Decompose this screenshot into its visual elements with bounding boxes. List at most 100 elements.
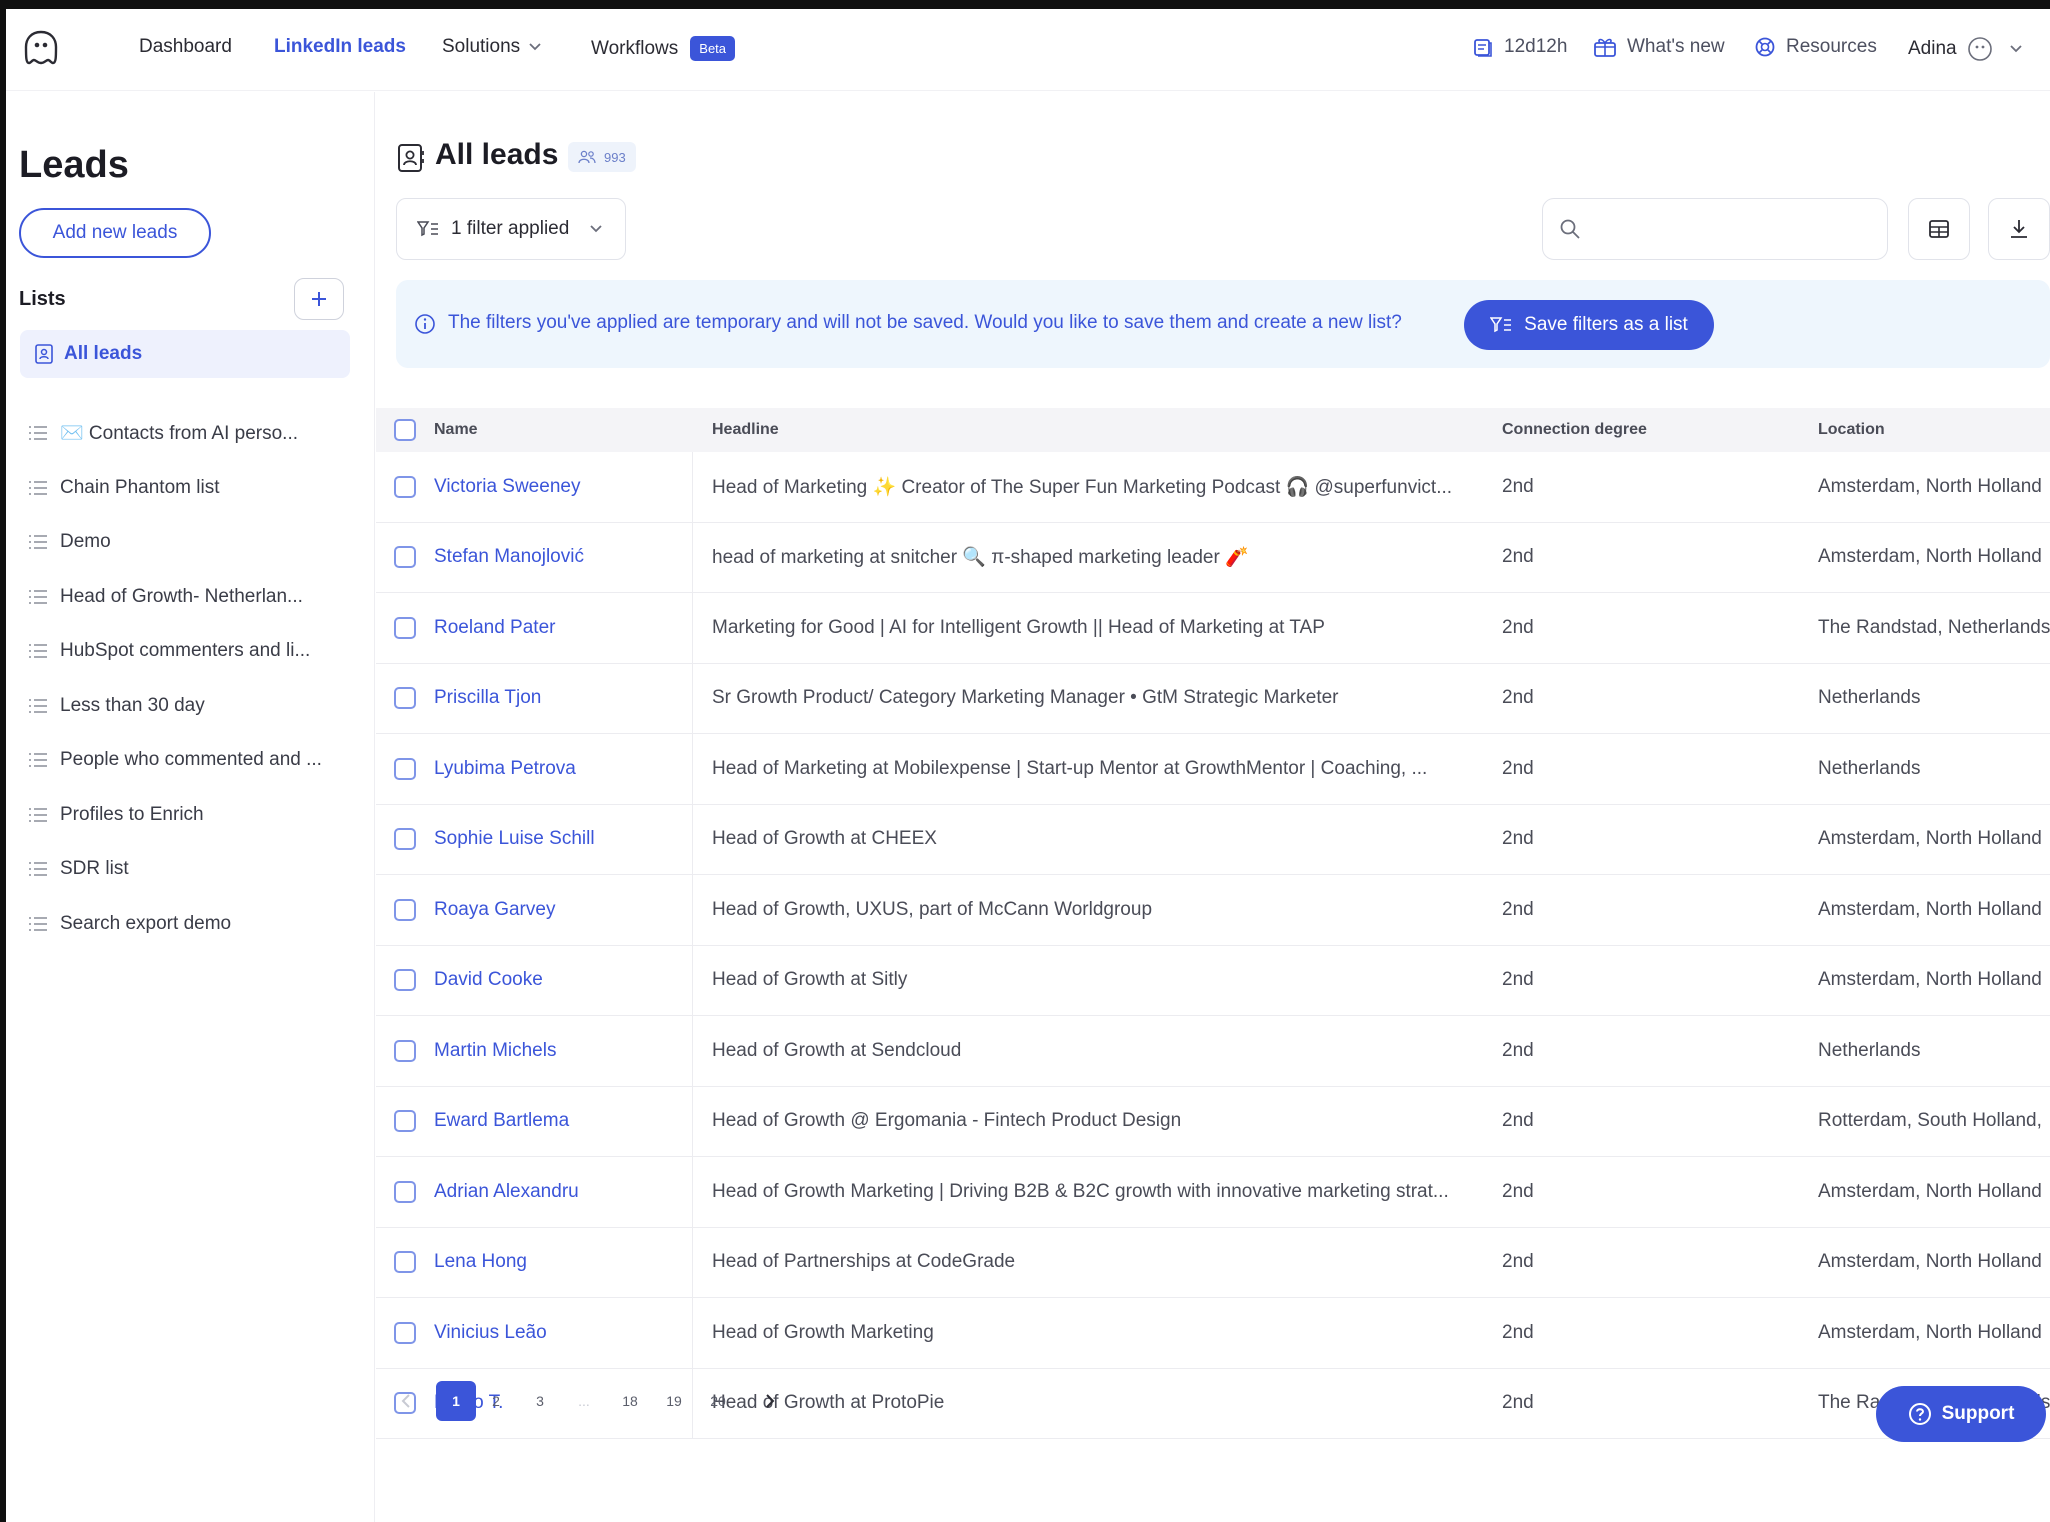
lead-name-link[interactable]: Roeland Pater bbox=[434, 617, 555, 639]
row-checkbox[interactable] bbox=[394, 757, 416, 780]
lead-location: Amsterdam, North Holland bbox=[1818, 1321, 2042, 1343]
nav-dashboard[interactable]: Dashboard bbox=[139, 36, 232, 58]
sidebar-list-item[interactable]: Chain Phantom list bbox=[28, 461, 358, 516]
sidebar-list-item[interactable]: Demo bbox=[28, 515, 358, 570]
row-checkbox[interactable] bbox=[394, 616, 416, 639]
lead-name-link[interactable]: Stefan Manojlović bbox=[434, 546, 584, 568]
lead-headline: head of marketing at snitcher 🔍 π-shaped… bbox=[712, 547, 1249, 569]
sidebar-list-item[interactable]: Head of Growth- Netherlan... bbox=[28, 570, 358, 625]
column-header-headline[interactable]: Headline bbox=[712, 421, 779, 439]
row-checkbox[interactable] bbox=[394, 475, 416, 498]
sidebar-list-item[interactable]: ✉️ Contacts from AI perso... bbox=[28, 406, 358, 461]
sidebar-lists: ✉️ Contacts from AI perso... Chain Phant… bbox=[28, 406, 358, 951]
download-icon bbox=[2011, 220, 2027, 238]
table-row[interactable]: Stefan Manojlović head of marketing at sn… bbox=[376, 522, 2050, 593]
table-row[interactable]: Vinicius Leão Head of Growth Marketing 2nd… bbox=[376, 1298, 2050, 1369]
filter-dropdown[interactable]: 1 filter applied bbox=[396, 198, 626, 260]
list-icon bbox=[29, 589, 47, 604]
lead-headline: Head of Marketing ✨ Creator of The Super… bbox=[712, 476, 1453, 498]
lead-location: Amsterdam, North Holland bbox=[1818, 969, 2042, 991]
lead-name-link[interactable]: Vinicius Leão bbox=[434, 1322, 547, 1344]
whats-new-link[interactable]: What's new bbox=[1593, 36, 1725, 58]
row-checkbox[interactable] bbox=[394, 969, 416, 992]
table-row[interactable]: Sophie Luise Schill Head of Growth at CHE… bbox=[376, 804, 2050, 875]
sidebar-list-item[interactable]: People who commented and ... bbox=[28, 733, 358, 788]
table-row[interactable]: Roaya Garvey Head of Growth, UXUS, part o… bbox=[376, 875, 2050, 946]
nav-workflows[interactable]: Workflows Beta bbox=[591, 36, 736, 61]
nav-solutions[interactable]: Solutions bbox=[442, 36, 542, 58]
nav-linkedin-leads[interactable]: LinkedIn leads bbox=[274, 36, 406, 58]
page-button-1[interactable]: 1 bbox=[436, 1381, 476, 1421]
sidebar-list-item[interactable]: Search export demo bbox=[28, 897, 358, 952]
table-row[interactable]: Victoria Sweeney Head of Marketing ✨ Crea… bbox=[376, 452, 2050, 523]
prev-page-button[interactable] bbox=[396, 1381, 416, 1421]
table-row[interactable]: Martin Michels Head of Growth at Sendclou… bbox=[376, 1016, 2050, 1087]
add-new-leads-button[interactable]: Add new leads bbox=[19, 208, 211, 258]
lead-headline: Head of Growth, UXUS, part of McCann Wor… bbox=[712, 898, 1153, 920]
lead-name-link[interactable]: Sophie Luise Schill bbox=[434, 828, 595, 850]
lead-connection-degree: 2nd bbox=[1502, 1180, 1534, 1202]
row-checkbox[interactable] bbox=[394, 1251, 416, 1274]
next-page-button[interactable] bbox=[760, 1381, 780, 1421]
lead-name-link[interactable]: David Cooke bbox=[434, 969, 543, 991]
add-list-button[interactable] bbox=[294, 278, 344, 320]
page-button-20[interactable]: 20 bbox=[706, 1381, 730, 1421]
row-checkbox[interactable] bbox=[394, 1321, 416, 1344]
save-filters-button[interactable]: Save filters as a list bbox=[1464, 300, 1714, 350]
lead-connection-degree: 2nd bbox=[1502, 828, 1534, 850]
clock-card-icon bbox=[1474, 39, 1492, 57]
column-divider bbox=[692, 734, 693, 804]
phantom-logo-icon[interactable] bbox=[22, 29, 60, 67]
table-row[interactable]: Lena Hong Head of Partnerships at CodeGra… bbox=[376, 1227, 2050, 1298]
sidebar-list-item[interactable]: SDR list bbox=[28, 842, 358, 897]
page-button-19[interactable]: 19 bbox=[662, 1381, 686, 1421]
column-header-connection-degree[interactable]: Connection degree bbox=[1502, 421, 1647, 439]
lead-headline: Head of Growth at Sitly bbox=[712, 969, 908, 991]
table-row[interactable]: Roeland Pater Marketing for Good | AI for… bbox=[376, 593, 2050, 664]
page-button-3[interactable]: 3 bbox=[530, 1381, 550, 1421]
sidebar-list-item[interactable]: Less than 30 day bbox=[28, 679, 358, 734]
list-icon bbox=[29, 753, 47, 768]
table-row[interactable]: Lyubima Petrova Head of Marketing at Mobi… bbox=[376, 734, 2050, 805]
page-ellipsis: ... bbox=[578, 1393, 590, 1409]
column-header-location[interactable]: Location bbox=[1818, 421, 1885, 439]
lead-name-link[interactable]: Victoria Sweeney bbox=[434, 476, 580, 498]
lead-name-link[interactable]: Roaya Garvey bbox=[434, 899, 555, 921]
row-checkbox[interactable] bbox=[394, 1039, 416, 1062]
sidebar-list-item[interactable]: HubSpot commenters and li... bbox=[28, 624, 358, 679]
row-checkbox[interactable] bbox=[394, 687, 416, 710]
row-checkbox[interactable] bbox=[394, 1180, 416, 1203]
user-menu[interactable]: Adina bbox=[1908, 36, 2023, 62]
table-row[interactable]: Eward Bartlema Head of Growth @ Ergomania… bbox=[376, 1086, 2050, 1157]
row-checkbox[interactable] bbox=[394, 1110, 416, 1133]
lead-name-link[interactable]: Adrian Alexandru bbox=[434, 1181, 579, 1203]
lifebuoy-icon bbox=[1755, 37, 1775, 57]
lead-name-link[interactable]: Martin Michels bbox=[434, 1040, 556, 1062]
page-button-18[interactable]: 18 bbox=[618, 1381, 642, 1421]
lead-name-link[interactable]: Eward Bartlema bbox=[434, 1110, 569, 1132]
search-input[interactable] bbox=[1593, 218, 1873, 240]
columns-button[interactable] bbox=[1908, 198, 1970, 260]
support-button[interactable]: Support bbox=[1876, 1386, 2046, 1442]
column-divider bbox=[692, 663, 693, 733]
select-all-checkbox[interactable] bbox=[394, 419, 416, 441]
column-header-name[interactable]: Name bbox=[434, 421, 478, 439]
page-button-2[interactable]: 2 bbox=[486, 1381, 506, 1421]
lead-name-link[interactable]: Priscilla Tjon bbox=[434, 687, 541, 709]
resources-link[interactable]: Resources bbox=[1754, 36, 1877, 58]
export-button[interactable] bbox=[1988, 198, 2050, 260]
table-row[interactable]: Adrian Alexandru Head of Growth Marketing… bbox=[376, 1157, 2050, 1228]
row-checkbox[interactable] bbox=[394, 898, 416, 921]
lead-name-link[interactable]: Lyubima Petrova bbox=[434, 758, 576, 780]
table-row[interactable]: Priscilla Tjon Sr Growth Product/ Categor… bbox=[376, 663, 2050, 734]
row-checkbox[interactable] bbox=[394, 828, 416, 851]
chevron-left-icon bbox=[401, 1394, 410, 1408]
sidebar-item-all-leads[interactable]: All leads bbox=[20, 330, 350, 378]
credits-indicator[interactable]: 12d12h bbox=[1472, 36, 1567, 58]
sidebar-list-item[interactable]: Profiles to Enrich bbox=[28, 788, 358, 843]
table-row[interactable]: David Cooke Head of Growth at Sitly 2nd Ams… bbox=[376, 945, 2050, 1016]
lead-name-link[interactable]: Lena Hong bbox=[434, 1251, 527, 1273]
row-checkbox[interactable] bbox=[394, 546, 416, 569]
info-icon bbox=[415, 314, 435, 334]
lead-location: Amsterdam, North Holland bbox=[1818, 546, 2042, 568]
